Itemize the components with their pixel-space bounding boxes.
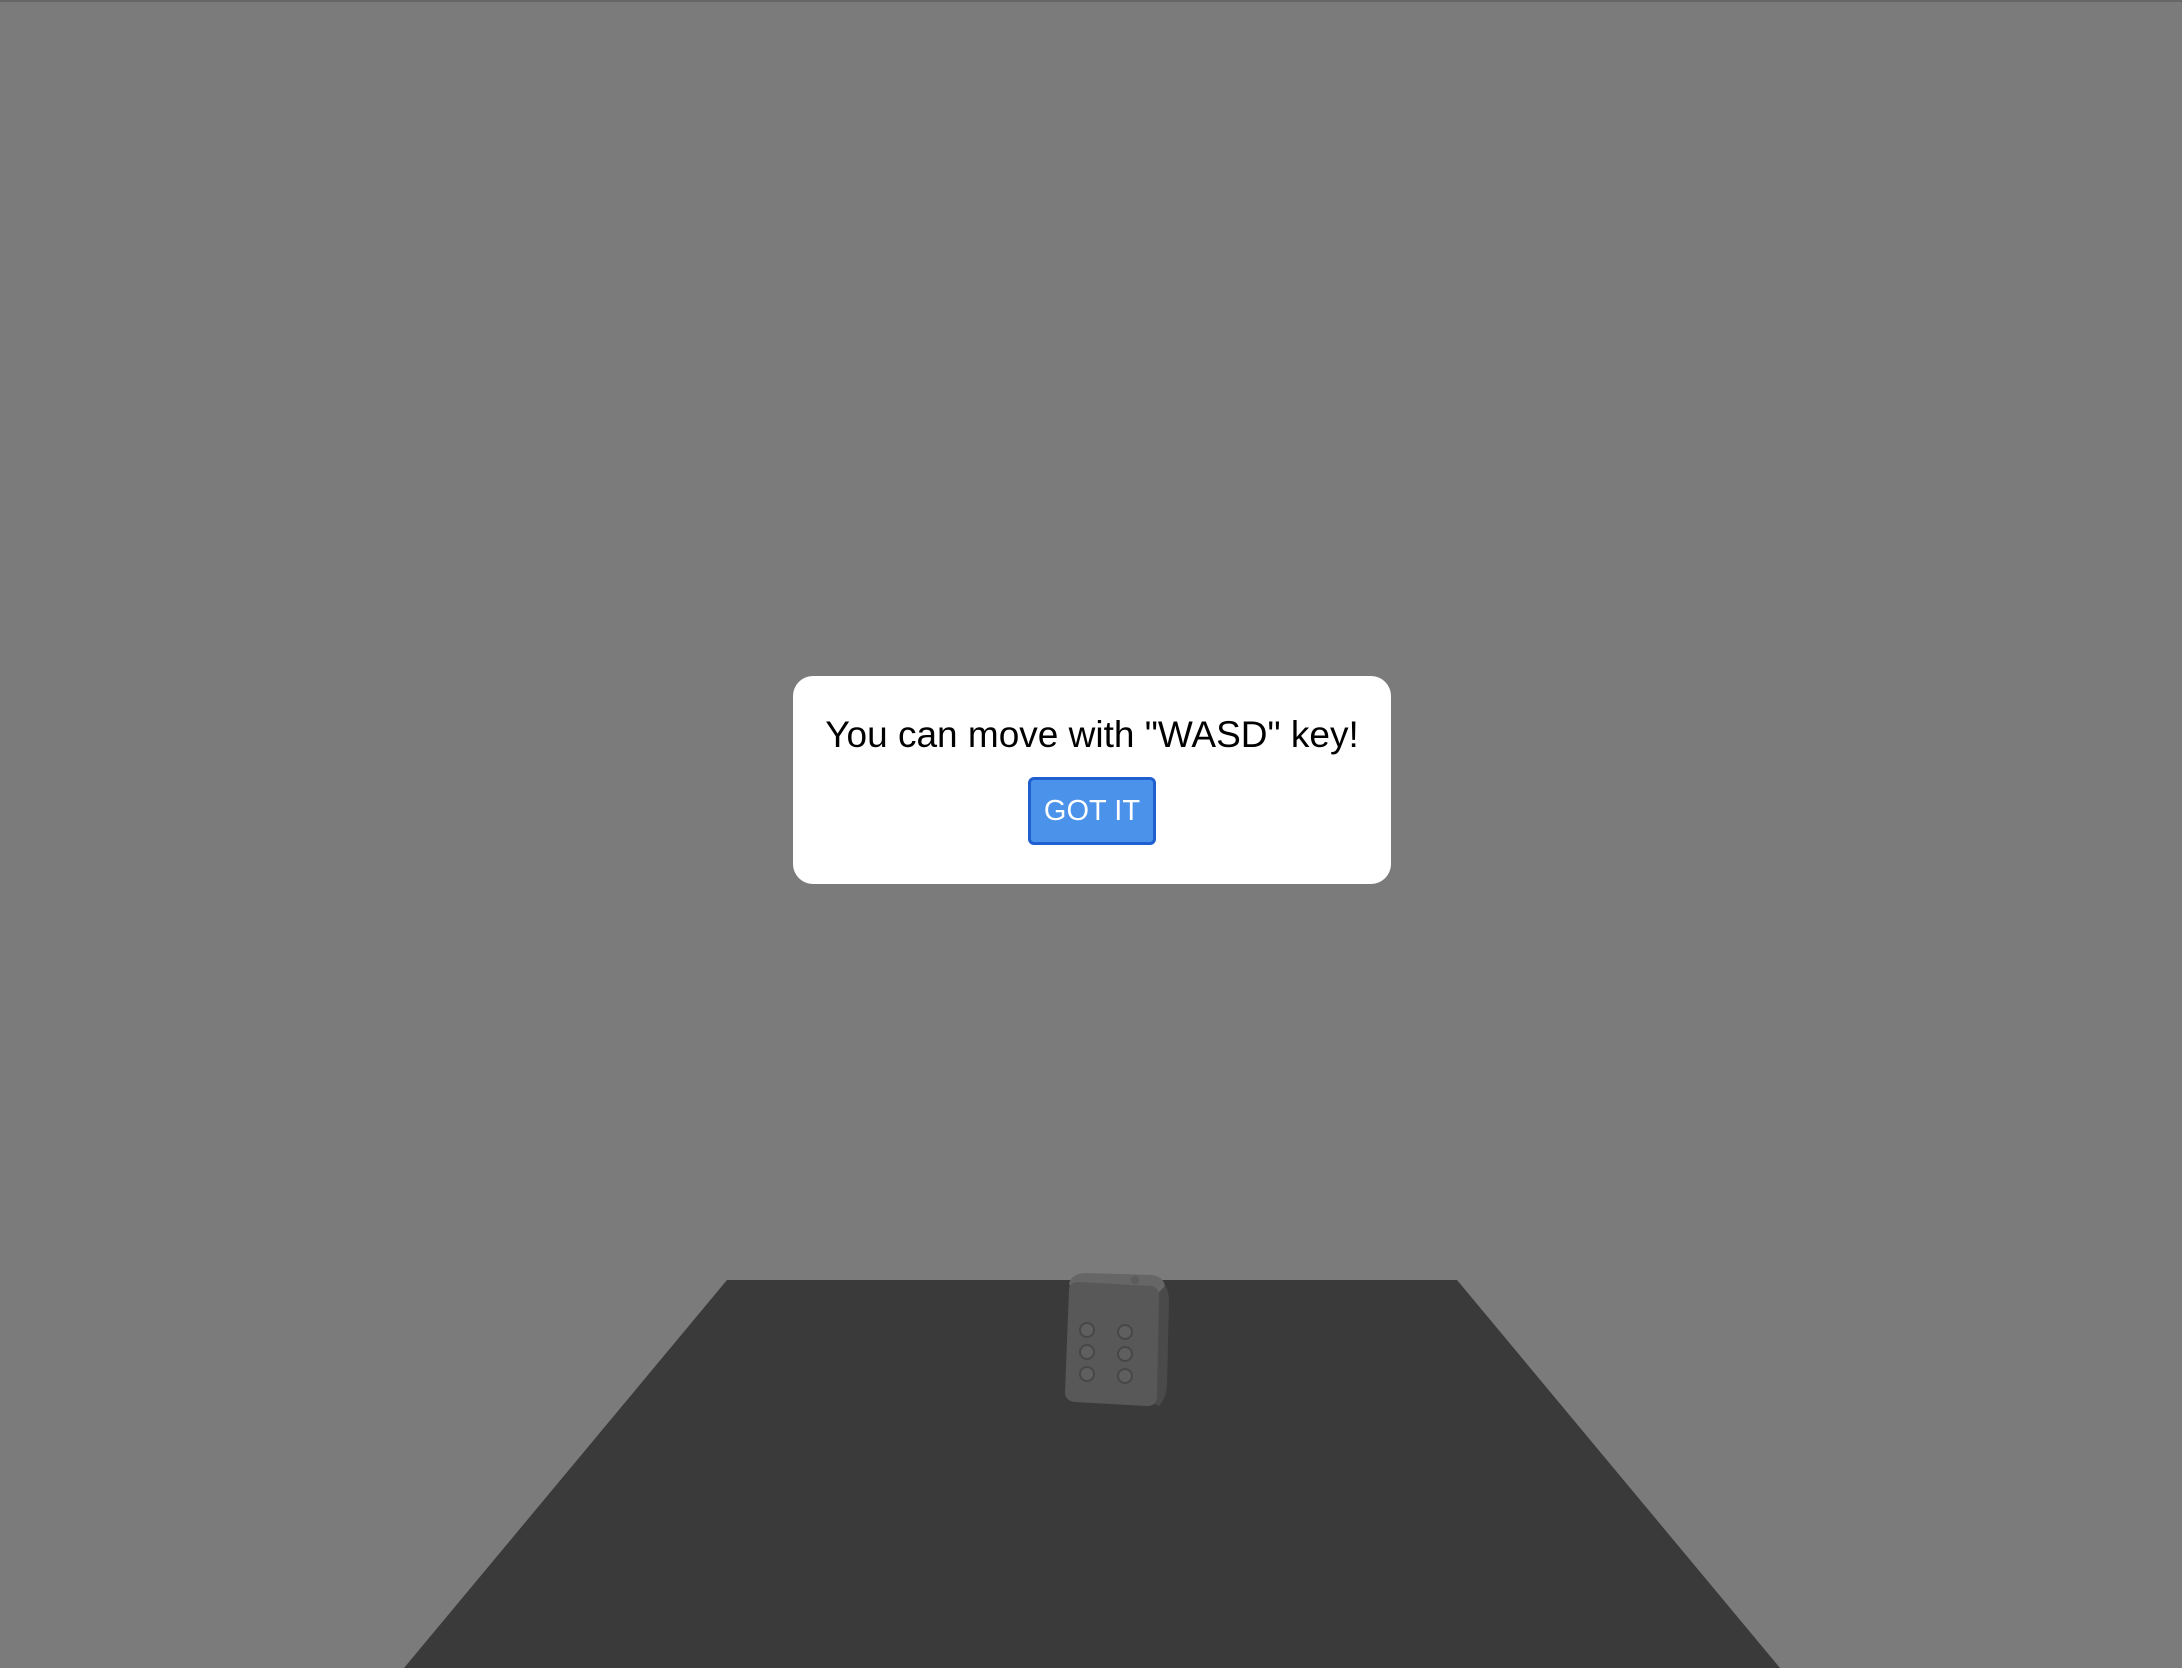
instruction-dialog: You can move with "WASD" key! GOT IT bbox=[793, 676, 1391, 884]
die-front-pip bbox=[1117, 1324, 1133, 1340]
die bbox=[1065, 1273, 1169, 1406]
game-scene[interactable]: You can move with "WASD" key! GOT IT bbox=[0, 0, 2182, 1668]
die-front-pip bbox=[1117, 1346, 1133, 1362]
got-it-button[interactable]: GOT IT bbox=[1028, 777, 1156, 845]
die-front-pip bbox=[1079, 1344, 1095, 1360]
die-front-pip bbox=[1079, 1322, 1095, 1338]
die-front-pip bbox=[1117, 1368, 1133, 1384]
die-front-pip bbox=[1079, 1366, 1095, 1382]
die-top-pip bbox=[1131, 1276, 1139, 1284]
dialog-message: You can move with "WASD" key! bbox=[825, 714, 1359, 755]
